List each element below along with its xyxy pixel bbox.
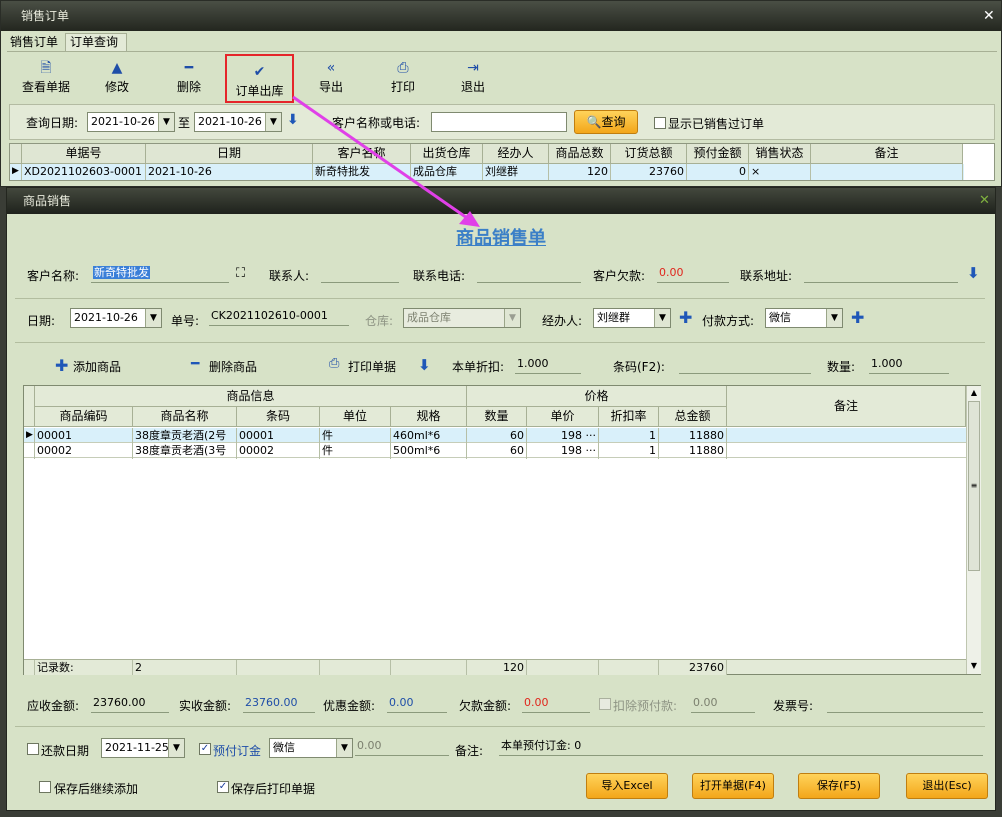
annotation-arrow — [292, 95, 480, 227]
annotation-arrow-line — [292, 95, 471, 222]
